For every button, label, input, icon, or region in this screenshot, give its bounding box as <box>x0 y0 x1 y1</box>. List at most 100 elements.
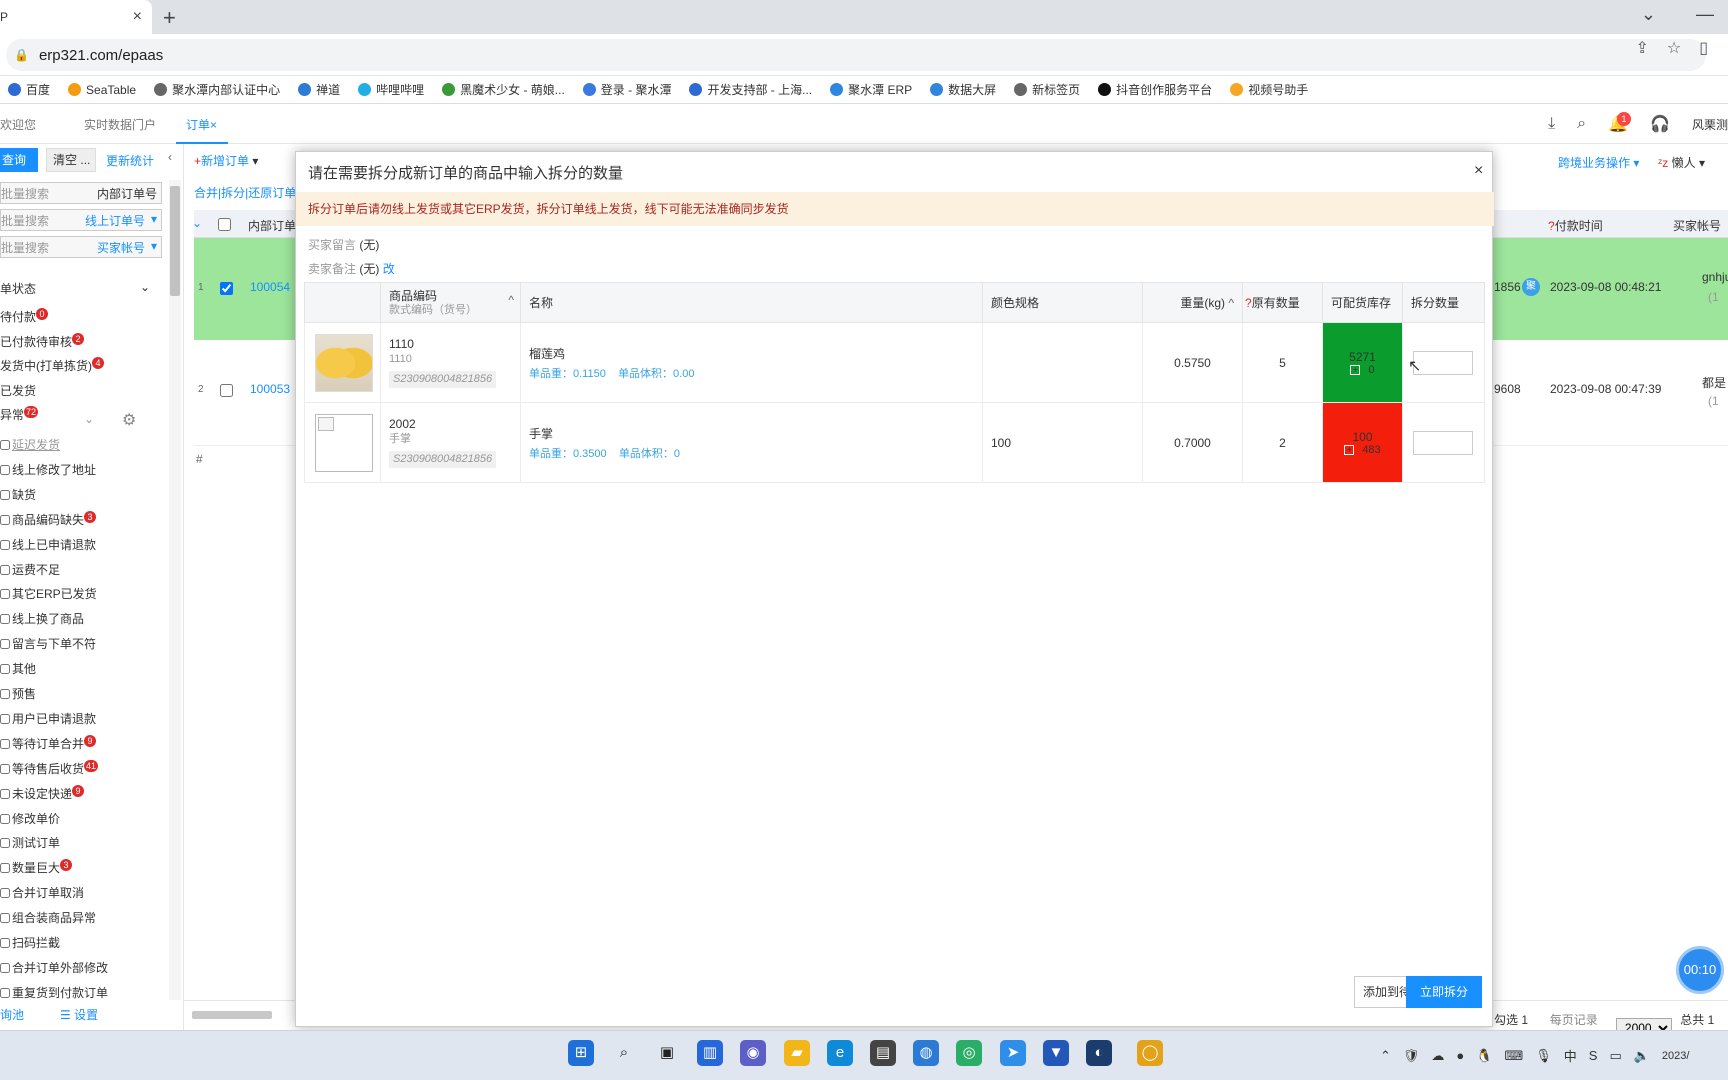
order-link[interactable]: 100053 <box>250 382 290 396</box>
col-sku[interactable]: 商品编码 款式编码（货号） ^ <box>380 282 521 323</box>
chrome-icon[interactable]: ◯ <box>1137 1040 1163 1066</box>
user-name[interactable]: 风栗测 <box>1692 116 1728 133</box>
filter-checkbox[interactable] <box>0 464 10 475</box>
exception-filter-item[interactable]: 其他 <box>0 660 36 677</box>
exception-filter-item[interactable]: 其它ERP已发货 <box>0 585 97 602</box>
split-qty-input[interactable] <box>1413 350 1473 375</box>
status-filter-item[interactable]: 异常 72 <box>0 406 39 423</box>
edit-note-link[interactable]: 改 <box>383 262 395 276</box>
filter-checkbox[interactable] <box>0 888 10 899</box>
address-bar[interactable]: 🔒 erp321.com/epaas <box>6 39 1706 71</box>
filter-checkbox[interactable] <box>0 539 10 550</box>
obs-icon[interactable]: ◐ <box>1086 1040 1112 1066</box>
exception-filter-item[interactable]: 线上换了商品 <box>0 610 84 627</box>
status-filter-item[interactable]: 已发货 <box>0 382 36 399</box>
filter-checkbox[interactable] <box>0 639 10 650</box>
exception-filter-item[interactable]: 线上修改了地址 <box>0 461 96 478</box>
taskview-icon[interactable]: ▣ <box>654 1040 680 1066</box>
clear-button[interactable]: 清空 ... <box>46 148 96 172</box>
exception-filter-item[interactable]: 合并订单取消 <box>0 884 84 901</box>
merge-split-links[interactable]: 合并|拆分|还原订单 <box>194 184 296 201</box>
exception-filter-item[interactable]: 运费不足 <box>0 561 60 578</box>
settings-link[interactable]: ☰ 设置 <box>60 1006 98 1023</box>
clock[interactable]: 2023/ <box>1662 1050 1690 1062</box>
split-qty-input[interactable] <box>1413 430 1473 455</box>
bookmark-item[interactable]: 登录 - 聚水潭 <box>575 81 682 98</box>
bookmark-item[interactable]: SeaTable <box>60 83 146 97</box>
ime-icon[interactable]: 中 <box>1564 1046 1577 1065</box>
url-text[interactable]: erp321.com/epaas <box>39 47 163 64</box>
exception-filter-item[interactable]: 预售 <box>0 685 36 702</box>
col-stock[interactable]: 可配货库存 <box>1322 282 1403 323</box>
bookmark-item[interactable]: 开发支持部 - 上海... <box>681 81 822 98</box>
chevron-down-icon[interactable]: ⌄ <box>140 280 150 297</box>
bookmark-item[interactable]: 新标签页 <box>1006 81 1090 98</box>
windows-icon[interactable]: ⊞ <box>568 1040 594 1066</box>
tab-realtime-portal[interactable]: 实时数据门户 <box>84 116 156 133</box>
filter-checkbox[interactable] <box>0 987 10 998</box>
sogou-icon[interactable]: S <box>1589 1048 1598 1063</box>
filter-checkbox[interactable] <box>0 713 10 724</box>
qq-icon[interactable]: 🐧 <box>1476 1048 1492 1064</box>
status-filter-item[interactable]: 发货中(打单拣货) 4 <box>0 357 104 374</box>
dropdown-icon[interactable]: ▾ <box>151 239 157 256</box>
wechat-icon[interactable]: ◎ <box>956 1040 982 1066</box>
bookmark-item[interactable]: 百度 <box>0 81 60 98</box>
exception-filter-item[interactable]: 商品编码缺失 3 <box>0 510 97 528</box>
cloud-icon[interactable]: ☁ <box>1431 1048 1444 1064</box>
exception-filter-item[interactable]: 数量巨大 3 <box>0 859 73 876</box>
order-status-header[interactable]: 单状态 ⌄ <box>0 280 150 297</box>
side-panel-icon[interactable]: ▯ <box>1699 38 1708 58</box>
app-icon[interactable]: ◍ <box>913 1040 939 1066</box>
exception-filter-item[interactable]: 用户已申请退款 <box>0 710 96 727</box>
close-icon[interactable]: × <box>1474 162 1483 180</box>
edge-icon[interactable]: e <box>827 1040 853 1066</box>
vpn-icon[interactable]: ▼ <box>1043 1040 1069 1066</box>
sidebar-scrollbar[interactable] <box>169 180 181 1000</box>
minimize-button[interactable]: — <box>1696 4 1714 25</box>
filter-checkbox[interactable] <box>0 614 10 625</box>
row-checkbox[interactable] <box>220 282 233 295</box>
tab-close-icon[interactable]: × <box>133 8 142 26</box>
exception-filter-item[interactable]: 等待订单合并 9 <box>0 734 97 752</box>
exception-filter-item[interactable]: 扫码拦截 <box>0 934 60 951</box>
exception-filter-item[interactable]: 缺货 <box>0 486 36 503</box>
exception-filter-item[interactable]: 延迟发货 <box>0 436 60 453</box>
filter-checkbox[interactable] <box>0 788 10 799</box>
tray-chevron-icon[interactable]: ⌃ <box>1380 1048 1391 1064</box>
exception-filter-item[interactable]: 线上已申请退款 <box>0 536 96 553</box>
filter-checkbox[interactable] <box>0 664 10 675</box>
batch-search-type[interactable]: 买家帐号 <box>97 239 145 256</box>
batch-search-type[interactable]: 内部订单号 <box>97 185 157 202</box>
mic-icon[interactable]: 🎙 <box>1535 1048 1552 1064</box>
batch-search-type[interactable]: 线上订单号 <box>85 212 145 229</box>
bookmark-star-icon[interactable]: ☆ <box>1667 38 1681 58</box>
batch-search-buyer[interactable]: 批量搜索 买家帐号 ▾ <box>0 236 162 258</box>
exception-collapse-icon[interactable]: ⌄ <box>84 412 94 426</box>
bookmark-item[interactable]: 聚水潭 ERP <box>822 81 922 98</box>
filter-checkbox[interactable] <box>0 489 10 500</box>
wechat-tray-icon[interactable]: ● <box>1456 1048 1464 1063</box>
col-pay-time[interactable]: ?付款时间 <box>1548 217 1603 234</box>
status-filter-item[interactable]: 待付款 0 <box>0 308 49 325</box>
stock-expand-icon[interactable]: + <box>1350 364 1361 375</box>
exception-filter-item[interactable]: 合并订单外部修改 <box>0 959 108 976</box>
exception-filter-item[interactable]: 等待售后收货 41 <box>0 759 99 777</box>
filter-checkbox[interactable] <box>0 863 10 874</box>
split-now-button[interactable]: 立即拆分 <box>1406 976 1482 1008</box>
bookmark-item[interactable]: 视频号助手 <box>1222 81 1318 98</box>
query-button[interactable]: 查询 <box>0 148 38 172</box>
headset-icon[interactable]: 🎧 <box>1650 114 1670 134</box>
tab-orders-close-icon[interactable]: × <box>210 118 217 132</box>
filter-checkbox[interactable] <box>0 813 10 824</box>
batch-search-online[interactable]: 批量搜索 线上订单号 ▾ <box>0 209 162 231</box>
search-icon[interactable]: ⌕ <box>1577 115 1586 133</box>
exception-filter-item[interactable]: 未设定快递 9 <box>0 784 85 802</box>
help-icon[interactable]: ? <box>1245 296 1252 310</box>
share-icon[interactable]: ⇪ <box>1635 38 1648 58</box>
query-pool-link[interactable]: 询池 <box>0 1006 24 1023</box>
bookmark-item[interactable]: 抖音创作服务平台 <box>1090 81 1222 98</box>
exception-filter-item[interactable]: 组合装商品异常 <box>0 909 96 926</box>
col-name[interactable]: 名称 <box>520 282 983 323</box>
keyboard-icon[interactable]: ⌨ <box>1504 1048 1523 1064</box>
